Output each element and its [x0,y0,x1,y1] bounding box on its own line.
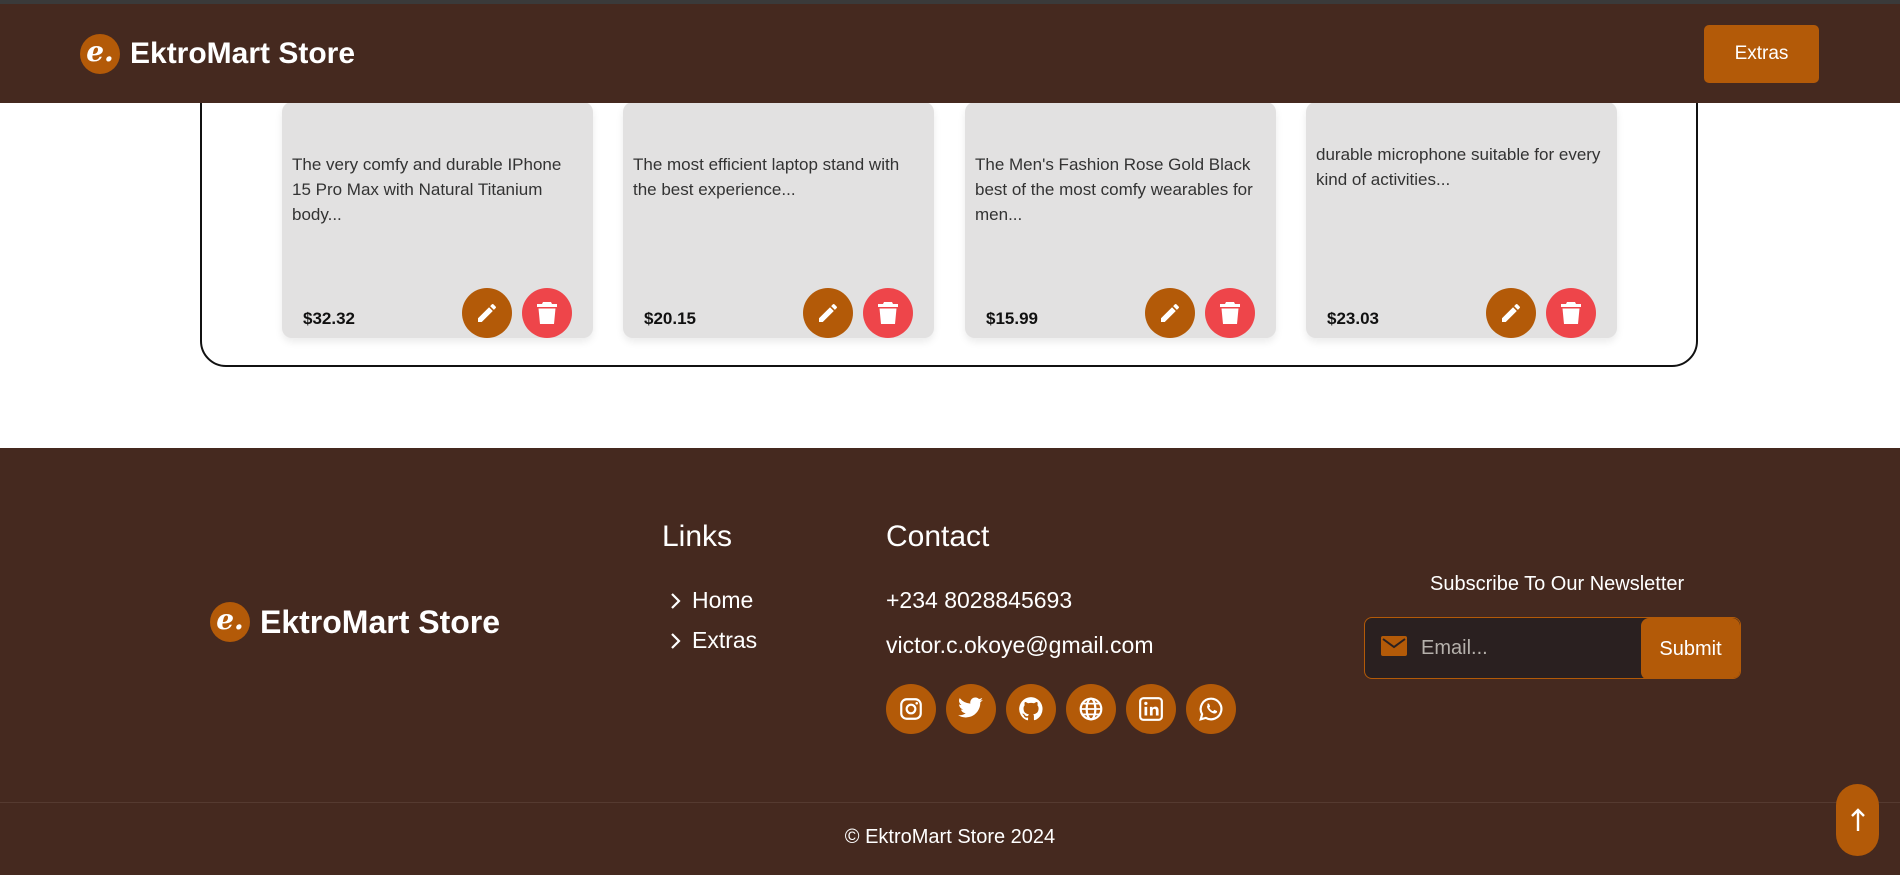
globe-icon[interactable] [1066,684,1116,734]
product-description: The very comfy and durable IPhone 15 Pro… [292,155,562,224]
instagram-icon[interactable] [886,684,936,734]
footer-link-label: Home [692,587,754,613]
trash-icon [1220,302,1240,324]
contact-title: Contact [886,520,990,553]
trash-icon [1561,302,1581,324]
product-card: The most efficient laptop stand with the… [623,102,934,338]
footer-brand-name: EktroMart Store [260,603,501,640]
trash-icon [878,302,898,324]
edit-button[interactable] [803,288,853,338]
edit-button[interactable] [1145,288,1195,338]
arrow-up-icon [1850,808,1865,831]
mail-icon [1381,636,1407,656]
pencil-icon [1502,303,1521,322]
product-description: The most efficient laptop stand with the… [633,155,900,199]
trash-icon [537,302,557,324]
footer-link-home[interactable]: Home [670,587,753,614]
edit-button[interactable] [1486,288,1536,338]
pencil-icon [478,303,497,322]
product-price: $32.32 [303,309,355,328]
pencil-icon [819,303,838,322]
extras-button[interactable]: Extras [1704,25,1819,83]
delete-button[interactable] [1546,288,1596,338]
product-price: $20.15 [644,309,696,328]
newsletter-form: Submit [1364,617,1741,679]
scroll-to-top-button[interactable] [1836,784,1879,856]
product-card: durable microphone suitable for every ki… [1306,102,1617,338]
social-links [886,684,1236,734]
product-price: $23.03 [1327,309,1379,328]
logo-mark-icon: e. [80,34,120,74]
newsletter-email-input[interactable] [1421,628,1641,668]
footer-link-extras[interactable]: Extras [670,627,757,654]
product-card: The Men's Fashion Rose Gold Black best o… [965,102,1276,338]
delete-button[interactable] [522,288,572,338]
product-price: $15.99 [986,309,1038,328]
copyright-text: © EktroMart Store 2024 [844,826,1056,848]
chevron-right-icon [671,632,681,649]
product-card: The very comfy and durable IPhone 15 Pro… [282,102,593,338]
product-description: durable microphone suitable for every ki… [1316,145,1601,189]
chevron-right-icon [671,592,681,609]
whatsapp-icon[interactable] [1186,684,1236,734]
footer-logo[interactable]: e. EktroMart Store [210,602,500,642]
pencil-icon [1161,303,1180,322]
logo-mark-icon: e. [210,602,250,642]
twitter-icon[interactable] [946,684,996,734]
newsletter-title: Subscribe To Our Newsletter [1430,573,1685,595]
brand-name: EktroMart Store [130,37,356,70]
site-header: e. EktroMart Store Extras [0,4,1900,103]
footer-divider [0,802,1900,803]
links-title: Links [662,520,733,553]
linkedin-icon[interactable] [1126,684,1176,734]
delete-button[interactable] [1205,288,1255,338]
product-description: The Men's Fashion Rose Gold Black best o… [975,155,1253,224]
delete-button[interactable] [863,288,913,338]
contact-email: victor.c.okoye@gmail.com [886,632,1154,658]
contact-phone: +234 8028845693 [886,587,1073,613]
header-logo[interactable]: e. EktroMart Store [80,34,355,74]
github-icon[interactable] [1006,684,1056,734]
edit-button[interactable] [462,288,512,338]
site-footer: e. EktroMart Store Links Home Extras Con… [0,448,1900,875]
footer-link-label: Extras [692,627,758,653]
submit-button[interactable]: Submit [1641,618,1740,678]
